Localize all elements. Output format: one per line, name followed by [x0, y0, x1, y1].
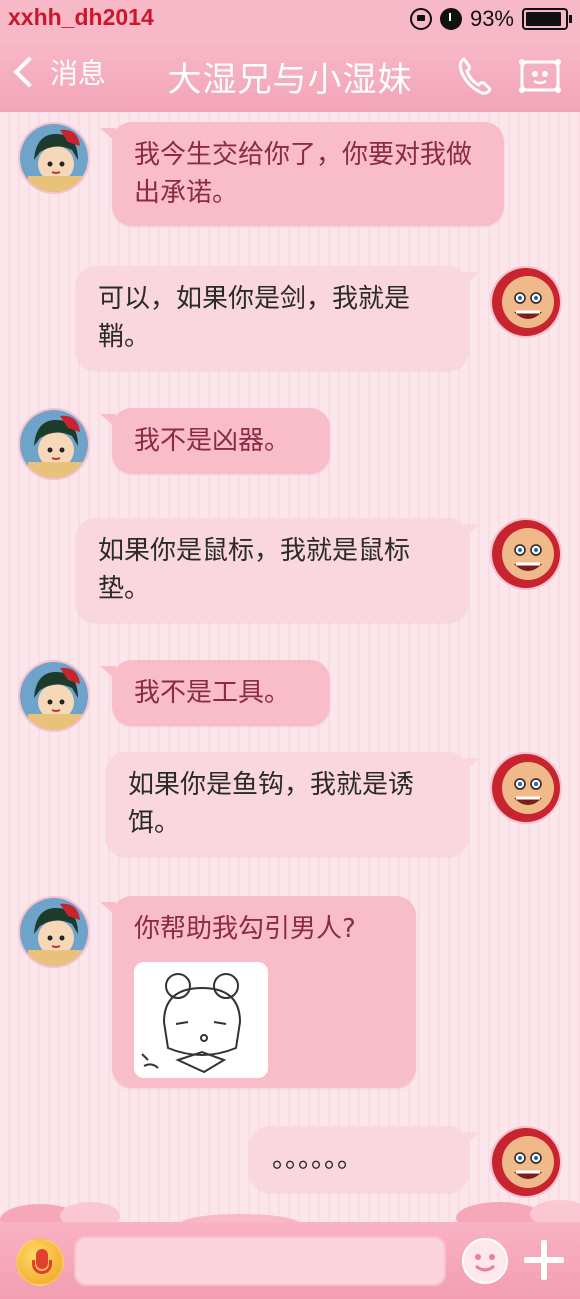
message-input[interactable] — [74, 1236, 446, 1286]
avatar-female[interactable] — [18, 122, 90, 194]
profile-card-icon[interactable] — [518, 58, 562, 94]
voice-button[interactable] — [16, 1238, 64, 1286]
alarm-icon — [439, 8, 462, 30]
message-text: 如果你是鱼钩，我就是诱饵。 — [128, 770, 415, 838]
sticker-image[interactable] — [134, 962, 268, 1078]
message-bubble[interactable]: 我今生交给你了，你要对我做出承诺。 — [100, 122, 504, 226]
emoji-button[interactable] — [462, 1238, 508, 1284]
microphone-stand — [32, 1260, 52, 1274]
message-bubble[interactable]: 我不是工具。 — [100, 660, 330, 726]
avatar-male[interactable] — [490, 518, 562, 590]
input-bar — [0, 1222, 580, 1299]
watermark: xxhh_dh2014 — [8, 4, 154, 30]
message-bubble[interactable]: 如果你是鱼钩，我就是诱饵。 — [106, 752, 480, 856]
avatar-male[interactable] — [490, 752, 562, 824]
plus-icon[interactable] — [522, 1238, 566, 1282]
chat-title: 大湿兄与小湿妹 — [167, 60, 413, 100]
message-text: 。。。。。。 — [272, 1144, 364, 1174]
avatar-female[interactable] — [18, 896, 90, 968]
status-bar: xxhh_dh2014 93% — [0, 0, 580, 38]
nav-bar: 消息 大湿兄与小湿妹 — [0, 38, 580, 112]
phone-icon[interactable] — [456, 56, 492, 96]
avatar-male[interactable] — [490, 266, 562, 338]
message-bubble[interactable]: 可以，如果你是剑，我就是鞘。 — [76, 266, 480, 370]
rotation-lock-icon — [409, 8, 432, 30]
message-text: 可以，如果你是剑，我就是鞘。 — [98, 284, 411, 352]
message-bubble[interactable]: 你帮助我勾引男人? — [100, 896, 416, 1088]
battery-icon — [522, 8, 572, 30]
message-text: 我不是凶器。 — [134, 426, 291, 456]
message-text: 你帮助我勾引男人? — [134, 914, 356, 944]
battery-level — [526, 12, 562, 26]
avatar-female[interactable] — [18, 660, 90, 732]
message-text: 我今生交给你了，你要对我做出承诺。 — [134, 140, 473, 208]
avatar-female[interactable] — [18, 408, 90, 480]
emoji-icon — [475, 1254, 495, 1272]
cartoon-girl-sticker-icon — [141, 973, 242, 1074]
message-bubble[interactable]: 我不是凶器。 — [100, 408, 330, 474]
battery-percent: 93% — [469, 6, 514, 31]
message-text: 如果你是鼠标，我就是鼠标垫。 — [98, 536, 411, 604]
message-bubble[interactable]: 如果你是鼠标，我就是鼠标垫。 — [76, 518, 480, 622]
message-text: 我不是工具。 — [134, 678, 291, 708]
